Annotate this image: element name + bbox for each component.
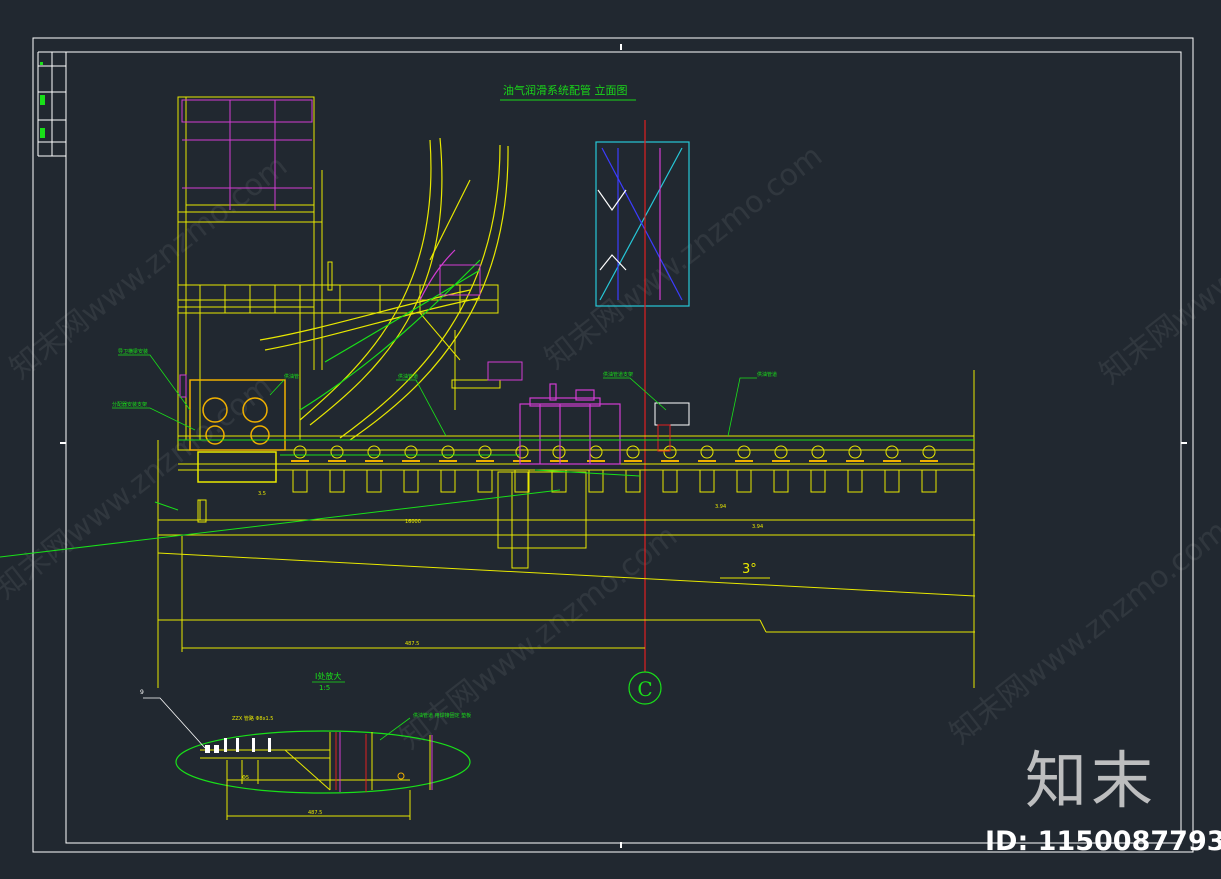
roller-table xyxy=(177,435,975,471)
magenta-box-small xyxy=(487,361,523,381)
roller xyxy=(848,445,862,459)
roller-pedestal xyxy=(921,469,937,493)
watermark-text: 知末网www.znzmo.com xyxy=(3,148,294,386)
callout-label: 分配器安装支架 xyxy=(112,401,147,408)
roller xyxy=(330,445,344,459)
title-block-marks xyxy=(40,62,45,138)
detail-title: I处放大 xyxy=(315,671,341,681)
cad-viewport: 知末网www.znzmo.com 知末网www.znzmo.com 知末网www… xyxy=(0,0,1221,879)
roller xyxy=(774,445,788,459)
detail-note: ZZX 管路 Φ8x1.5 xyxy=(232,715,273,722)
roller xyxy=(737,445,751,459)
roller-group xyxy=(291,445,938,493)
foundation xyxy=(157,370,976,688)
guide-pivot xyxy=(327,261,481,296)
roller-pedestal xyxy=(551,469,567,493)
dim-small: Φ5 xyxy=(242,775,249,781)
roller-pedestal xyxy=(292,469,308,493)
callout-label: 供油管道支架 xyxy=(603,371,633,378)
drawing-title: 油气润滑系统配管 立面图 xyxy=(503,83,628,97)
guide-chutes xyxy=(259,137,509,441)
dim-elev: 3.94 xyxy=(752,524,763,530)
roller-pedestal xyxy=(699,469,715,493)
detail-scale: 1:5 xyxy=(319,684,330,692)
roller-pedestal xyxy=(477,469,493,493)
roller xyxy=(589,445,603,459)
roller-pedestal xyxy=(440,469,456,493)
roller xyxy=(367,445,381,459)
dim-elev: 16000 xyxy=(405,519,421,525)
watermark-layer: 知末网www.znzmo.com 知末网www.znzmo.com 知末网www… xyxy=(0,138,1221,756)
callout-label: 供油管 xyxy=(284,373,299,380)
roller xyxy=(552,445,566,459)
roller-pedestal xyxy=(403,469,419,493)
watermark-text: 知末网www.znzmo.com xyxy=(538,138,829,376)
dim-length: 487.5 xyxy=(405,641,419,647)
roller-pedestal xyxy=(329,469,345,493)
dim-small: 3.5 xyxy=(258,491,266,497)
watermark-text: 知末网www.znzmo.com xyxy=(393,518,684,756)
mill-stand-tower xyxy=(177,96,501,440)
roller xyxy=(478,445,492,459)
roller-pedestal xyxy=(884,469,900,493)
roller xyxy=(515,445,529,459)
pinch-roll xyxy=(654,402,690,452)
callout-label: 导卫横梁安装 xyxy=(118,348,148,355)
axis-label: C xyxy=(637,677,652,701)
roller xyxy=(626,445,640,459)
brand-watermark: 知末 xyxy=(1025,744,1157,817)
roller xyxy=(404,445,418,459)
dim-length: 487.5 xyxy=(308,810,322,816)
callout-label: 供油管道 xyxy=(398,373,418,380)
roller xyxy=(811,445,825,459)
roller xyxy=(885,445,899,459)
detail-ref-label: 9 xyxy=(140,689,144,696)
roller-pedestal xyxy=(514,469,530,493)
roller-pedestal xyxy=(773,469,789,493)
slope-angle: 3° xyxy=(742,562,757,577)
roller-pedestal xyxy=(736,469,752,493)
dim-elev: 3.94 xyxy=(715,504,726,510)
watermark-text: 知末网www.znzmo.com xyxy=(943,513,1221,751)
roller-pedestal xyxy=(366,469,382,493)
roller-pedestal xyxy=(847,469,863,493)
dimension-texts: 487.5 16000 3.94 3.94 3.5 xyxy=(258,491,763,647)
roller xyxy=(700,445,714,459)
cad-drawing: 知末网www.znzmo.com 知末网www.znzmo.com 知末网www… xyxy=(0,37,1221,857)
dimension-slope: 3° xyxy=(742,562,757,577)
roller xyxy=(441,445,455,459)
callout-label: 供油管道 xyxy=(757,371,777,378)
watermark-text: 知末网www.znzmo.com xyxy=(1093,153,1221,391)
roller-pedestal xyxy=(662,469,678,493)
detail-note: 供油管道 用焊接固定 垫板 xyxy=(413,712,471,719)
magenta-equipment xyxy=(519,383,621,465)
image-id: ID: 1150087793 xyxy=(985,826,1221,857)
roller-pedestal xyxy=(625,469,641,493)
roller xyxy=(922,445,936,459)
roller xyxy=(293,445,307,459)
roller-pedestal xyxy=(810,469,826,493)
